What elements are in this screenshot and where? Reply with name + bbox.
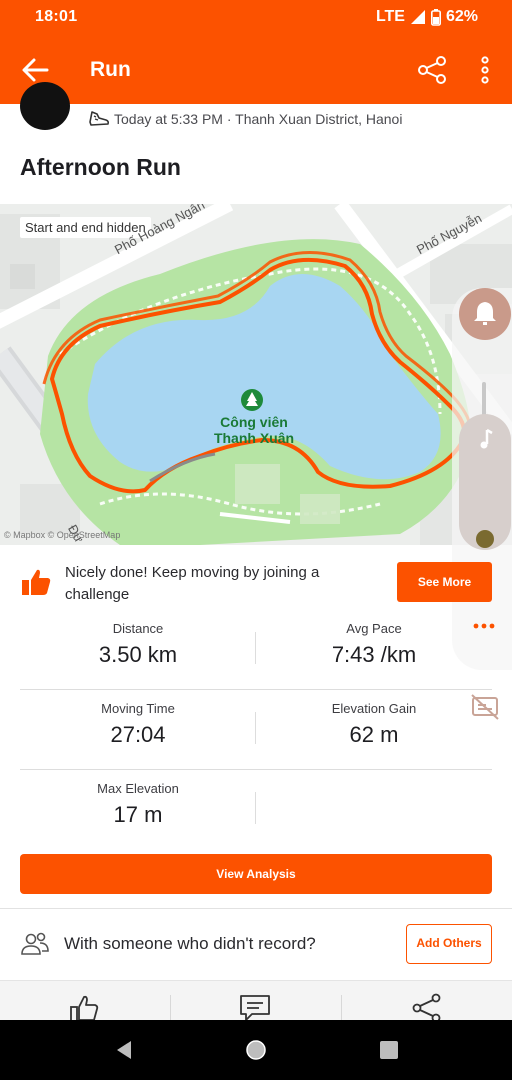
avatar[interactable]	[20, 82, 70, 130]
view-analysis-button[interactable]: View Analysis	[20, 854, 492, 894]
stat-value: 7:43 /km	[331, 642, 417, 667]
share-icon[interactable]	[416, 54, 448, 86]
see-more-button[interactable]: See More	[397, 562, 492, 602]
stat-label: Elevation Gain	[331, 701, 417, 716]
stat-label: Max Elevation	[97, 781, 179, 796]
stat-value: 27:04	[110, 722, 166, 747]
comment-icon[interactable]	[238, 993, 272, 1020]
record-prompt-text: With someone who didn't record?	[64, 934, 316, 953]
activity-stats: Distance 3.50 km Avg Pace 7:43 /km Movin…	[20, 610, 492, 850]
stat-divider	[255, 792, 256, 824]
stats-row: Moving Time 27:04 Elevation Gain 62 m	[20, 690, 492, 770]
stat-label: Distance	[112, 621, 164, 636]
activity-meta: Today at 5:33 PM · Thanh Xuan District, …	[0, 82, 512, 144]
stats-row: Distance 3.50 km Avg Pace 7:43 /km	[20, 610, 492, 690]
record-with-others-prompt: With someone who didn't record? Add Othe…	[0, 918, 512, 972]
park-thumbnail-icon	[476, 530, 494, 548]
park-name-line-2: Thanh Xuân	[213, 430, 295, 446]
music-button[interactable]	[459, 414, 511, 550]
activity-timestamp: Today at 5:33 PM · Thanh Xuan District, …	[114, 111, 403, 127]
app-bar: Run	[0, 36, 512, 104]
nav-back-icon[interactable]	[112, 1038, 136, 1062]
status-bar: 18:01 LTE 62%	[0, 0, 512, 36]
stat-distance: Distance 3.50 km	[20, 610, 256, 690]
nav-home-icon[interactable]	[244, 1038, 268, 1062]
stat-moving-time: Moving Time 27:04	[20, 690, 256, 770]
status-icons: LTE 62%	[376, 8, 478, 26]
park-name-line-1: Công viên	[220, 414, 288, 430]
battery-level: 62%	[445, 8, 478, 25]
thumbs-up-icon	[22, 569, 51, 595]
section-divider	[0, 908, 512, 909]
stat-max-elevation: Max Elevation 17 m	[20, 770, 256, 850]
more-options-icon[interactable]	[474, 54, 496, 86]
stat-value: 3.50 km	[98, 642, 178, 667]
network-label: LTE	[375, 8, 405, 25]
social-action-bar	[0, 980, 512, 1020]
add-others-button[interactable]: Add Others	[406, 924, 492, 964]
running-shoe-icon	[89, 111, 110, 126]
back-arrow-icon[interactable]	[20, 56, 50, 84]
stat-label: Moving Time	[101, 701, 175, 716]
stat-elevation-gain: Elevation Gain 62 m	[256, 690, 492, 770]
page-title: Run	[90, 58, 131, 81]
system-navigation-bar	[0, 1020, 512, 1080]
challenge-prompt: Nicely done! Keep moving by joining a ch…	[0, 556, 512, 610]
nav-recents-icon[interactable]	[377, 1038, 401, 1062]
stat-label: Avg Pace	[346, 621, 402, 636]
activity-title: Afternoon Run	[20, 154, 181, 180]
action-divider	[170, 995, 171, 1020]
stat-value: 17 m	[113, 802, 163, 827]
stats-row: Max Elevation 17 m	[20, 770, 492, 850]
action-divider	[341, 995, 342, 1020]
stat-value: 62 m	[349, 722, 399, 747]
share-icon[interactable]	[410, 993, 444, 1020]
notification-bell-button[interactable]	[459, 288, 511, 340]
stat-avg-pace: Avg Pace 7:43 /km	[256, 610, 492, 690]
battery-icon	[430, 8, 441, 26]
map-attribution: © Mapbox © OpenStreetMap	[4, 530, 121, 540]
challenge-text: Nicely done! Keep moving by joining a ch…	[65, 564, 320, 603]
park-name: Công viên Thanh Xuân	[212, 414, 296, 446]
bell-icon	[474, 302, 496, 325]
people-icon	[21, 932, 49, 955]
music-note-icon	[480, 428, 493, 449]
map-canvas	[0, 204, 512, 545]
signal-icon	[410, 10, 425, 24]
kudos-thumbs-up-icon[interactable]	[68, 993, 102, 1020]
route-map[interactable]: Start and end hidden Phố Hoàng Ngân Phố …	[0, 204, 512, 545]
status-time: 18:01	[35, 8, 78, 25]
